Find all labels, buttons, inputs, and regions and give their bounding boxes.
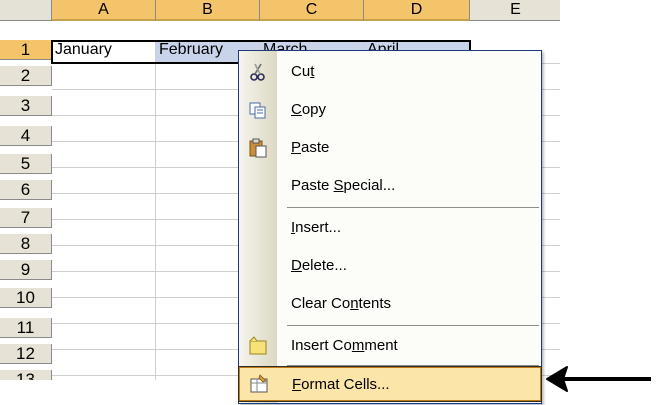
scissors-icon	[248, 62, 268, 82]
copy-icon	[248, 100, 268, 120]
menu-item-paste-special[interactable]: Paste Special...	[239, 167, 541, 205]
menu-item-paste[interactable]: Paste	[239, 129, 541, 167]
menu-item-cut[interactable]: Cut	[239, 53, 541, 91]
menu-item-label: Cut	[291, 63, 315, 80]
paste-icon	[248, 138, 268, 158]
menu-item-copy[interactable]: Copy	[239, 91, 541, 129]
menu-item-label: Insert Comment	[291, 337, 398, 354]
column-header-a[interactable]: A	[52, 0, 156, 21]
menu-separator	[287, 207, 539, 208]
menu-item-label: Paste Special...	[291, 177, 396, 194]
menu-item-label: Delete...	[291, 257, 347, 274]
left-arrow-icon	[546, 366, 651, 392]
context-menu: Cut Copy Paste Paste Special... Insert..…	[238, 50, 542, 404]
menu-item-insert[interactable]: Insert...	[239, 209, 541, 247]
menu-separator	[287, 325, 539, 326]
column-header-d[interactable]: D	[364, 0, 470, 21]
column-header-b[interactable]: B	[156, 0, 260, 21]
cell-a1[interactable]: January	[52, 40, 156, 64]
row-header-4[interactable]: 4	[0, 126, 52, 146]
menu-item-clear-contents[interactable]: Clear Contents	[239, 285, 541, 323]
row-header-3[interactable]: 3	[0, 96, 52, 116]
insert-comment-icon	[248, 336, 268, 356]
menu-item-label: Format Cells...	[292, 376, 390, 393]
row-header-11[interactable]: 11	[0, 318, 52, 338]
menu-item-insert-comment[interactable]: Insert Comment	[239, 327, 541, 365]
row-header-1[interactable]: 1	[0, 40, 52, 60]
row-header-9[interactable]: 9	[0, 260, 52, 280]
row-header-13[interactable]: 13	[0, 370, 52, 380]
row-header-12[interactable]: 12	[0, 344, 52, 364]
menu-item-label: Paste	[291, 139, 330, 156]
row-header-2[interactable]: 2	[0, 66, 52, 86]
select-all-corner[interactable]	[0, 0, 52, 21]
menu-item-label: Copy	[291, 101, 327, 118]
menu-item-delete[interactable]: Delete...	[239, 247, 541, 285]
row-header-8[interactable]: 8	[0, 234, 52, 254]
column-header-c[interactable]: C	[260, 0, 364, 21]
row-header-5[interactable]: 5	[0, 154, 52, 174]
row-header-10[interactable]: 10	[0, 288, 52, 308]
menu-separator	[287, 365, 539, 366]
screenshot-stage: A B C D E 1 2 3 4 5 6 7 8 9 10 11 12 13 …	[0, 0, 658, 405]
format-cells-icon	[249, 374, 269, 394]
column-header-e[interactable]: E	[470, 0, 560, 21]
row-header-6[interactable]: 6	[0, 180, 52, 200]
menu-item-label: Clear Contents	[291, 295, 392, 312]
row-header-7[interactable]: 7	[0, 208, 52, 228]
menu-item-label: Insert...	[291, 219, 342, 236]
menu-item-format-cells[interactable]: Format Cells...	[238, 366, 542, 402]
